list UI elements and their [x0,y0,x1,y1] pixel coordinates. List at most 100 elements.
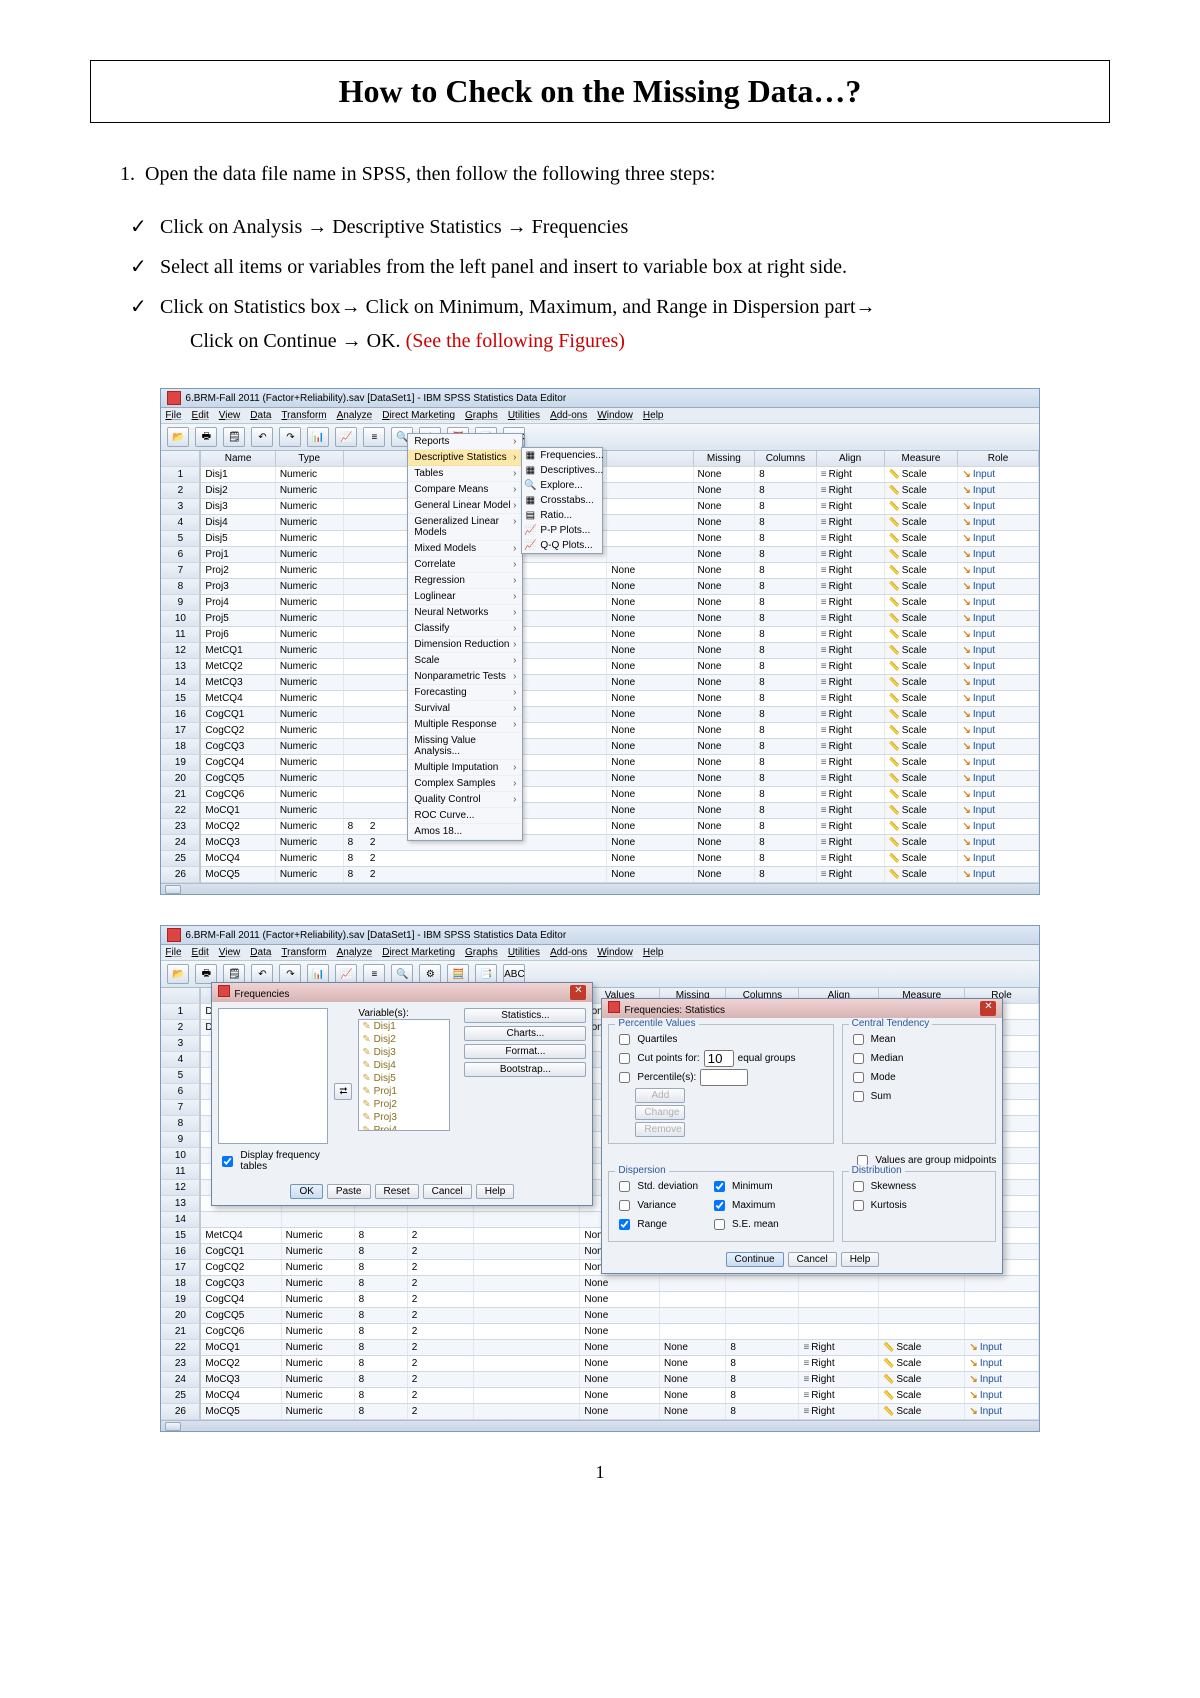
menu-analyze[interactable]: Analyze [337,947,373,958]
menu-data[interactable]: Data [250,947,271,958]
toolbar-button[interactable]: 📈 [335,964,357,984]
row-header[interactable]: 14 [161,1212,200,1228]
menu-utilities[interactable]: Utilities [508,410,540,421]
toolbar-button[interactable]: 📂 [167,427,189,447]
row-header[interactable]: 26 [161,867,200,883]
analyze-item-loglinear[interactable]: Loglinear [408,589,522,605]
varlist-item[interactable]: Disj4 [359,1059,449,1072]
toolbar-button[interactable]: 📈 [335,427,357,447]
toolbar-button[interactable]: ABC [503,964,525,984]
row-header[interactable]: 25 [161,851,200,867]
row-header[interactable]: 8 [161,1116,200,1132]
toolbar-button[interactable]: 📊 [307,964,329,984]
row-header[interactable]: 23 [161,1356,200,1372]
cancel-button[interactable]: Cancel [423,1184,472,1199]
toolbar-button[interactable]: ⚙ [419,964,441,984]
row-header[interactable]: 5 [161,1068,200,1084]
col-header[interactable]: Name [201,451,275,467]
analyze-item-amos-18[interactable]: Amos 18... [408,824,522,840]
menu-window[interactable]: Window [597,947,633,958]
close-icon[interactable]: ✕ [980,1001,996,1016]
row-header[interactable]: 24 [161,835,200,851]
sum-checkbox[interactable] [853,1091,864,1102]
col-header[interactable]: Role [958,451,1038,467]
analyze-item-correlate[interactable]: Correlate [408,557,522,573]
row-header[interactable]: 22 [161,803,200,819]
row-header[interactable]: 21 [161,1324,200,1340]
descriptive-submenu[interactable]: ▦Frequencies...▦Descriptives...🔍Explore.… [521,447,603,554]
row-header[interactable]: 15 [161,691,200,707]
horizontal-scrollbar[interactable] [161,1420,1038,1431]
menu-edit[interactable]: Edit [192,947,209,958]
row-header[interactable]: 20 [161,771,200,787]
analyze-item-mixed-models[interactable]: Mixed Models [408,541,522,557]
row-header[interactable]: 21 [161,787,200,803]
varlist-item[interactable]: Disj1 [359,1020,449,1033]
varlist-item[interactable]: Disj2 [359,1033,449,1046]
toolbar-button[interactable]: 🖶 [195,964,217,984]
varlist-item[interactable]: Proj1 [359,1085,449,1098]
analyze-item-classify[interactable]: Classify [408,621,522,637]
row-header[interactable]: 10 [161,1148,200,1164]
varlist-item[interactable]: Proj3 [359,1111,449,1124]
analyze-item-compare-means[interactable]: Compare Means [408,482,522,498]
toolbar-button[interactable]: ↶ [251,427,273,447]
col-header[interactable]: Type [275,451,343,467]
menu-add-ons[interactable]: Add-ons [550,947,587,958]
analyze-item-generalized-linear-models[interactable]: Generalized Linear Models [408,514,522,541]
move-var-button[interactable]: ⮂ [334,1083,352,1100]
analyze-item-multiple-response[interactable]: Multiple Response [408,717,522,733]
analyze-item-multiple-imputation[interactable]: Multiple Imputation [408,760,522,776]
menu-data[interactable]: Data [250,410,271,421]
bootstrap-button[interactable]: Bootstrap... [464,1062,586,1077]
row-header[interactable]: 1 [161,467,200,483]
menu-file[interactable]: File [165,410,181,421]
kurtosis-checkbox[interactable] [853,1200,864,1211]
menu-transform[interactable]: Transform [281,947,326,958]
display-freq-checkbox[interactable] [222,1156,233,1167]
cutpoints-input[interactable] [704,1050,734,1067]
mean-checkbox[interactable] [853,1034,864,1045]
row-header[interactable]: 7 [161,1100,200,1116]
row-header[interactable]: 10 [161,611,200,627]
analyze-item-tables[interactable]: Tables [408,466,522,482]
toolbar-button[interactable]: 📂 [167,964,189,984]
statistics-dialog[interactable]: Frequencies: Statistics ✕ Percentile Val… [601,998,1003,1274]
remove-button[interactable]: Remove [635,1122,685,1137]
row-header[interactable]: 26 [161,1404,200,1420]
percentile-input[interactable] [700,1069,748,1086]
row-header[interactable]: 18 [161,739,200,755]
row-header[interactable]: 15 [161,1228,200,1244]
row-header[interactable]: 13 [161,659,200,675]
row-header[interactable]: 2 [161,1020,200,1036]
help-button[interactable]: Help [476,1184,515,1199]
paste-button[interactable]: Paste [327,1184,371,1199]
menu-direct-marketing[interactable]: Direct Marketing [382,947,455,958]
statistics-button[interactable]: Statistics... [464,1008,586,1023]
menu-view[interactable]: View [219,947,241,958]
frequencies-dialog[interactable]: Frequencies ✕ Display frequency tables ⮂… [211,982,593,1206]
analyze-item-forecasting[interactable]: Forecasting [408,685,522,701]
row-header[interactable]: 9 [161,595,200,611]
varlist-item[interactable]: Proj2 [359,1098,449,1111]
row-header[interactable]: 4 [161,515,200,531]
toolbar-button[interactable]: 🔍 [391,964,413,984]
row-header[interactable]: 25 [161,1388,200,1404]
menu-window[interactable]: Window [597,410,633,421]
row-header[interactable]: 14 [161,675,200,691]
row-header[interactable]: 3 [161,1036,200,1052]
toolbar-button[interactable]: ↷ [279,964,301,984]
analyze-item-nonparametric-tests[interactable]: Nonparametric Tests [408,669,522,685]
menu-edit[interactable]: Edit [192,410,209,421]
help-button[interactable]: Help [841,1252,880,1267]
row-header[interactable]: 16 [161,1244,200,1260]
toolbar-button[interactable]: 🗒 [223,964,245,984]
row-header[interactable]: 2 [161,483,200,499]
analyze-item-complex-samples[interactable]: Complex Samples [408,776,522,792]
analyze-item-missing-value-analysis[interactable]: Missing Value Analysis... [408,733,522,760]
menu-help[interactable]: Help [643,410,664,421]
change-button[interactable]: Change [635,1105,685,1120]
row-header[interactable]: 19 [161,755,200,771]
add-button[interactable]: Add [635,1088,685,1103]
variance-checkbox[interactable] [619,1200,630,1211]
